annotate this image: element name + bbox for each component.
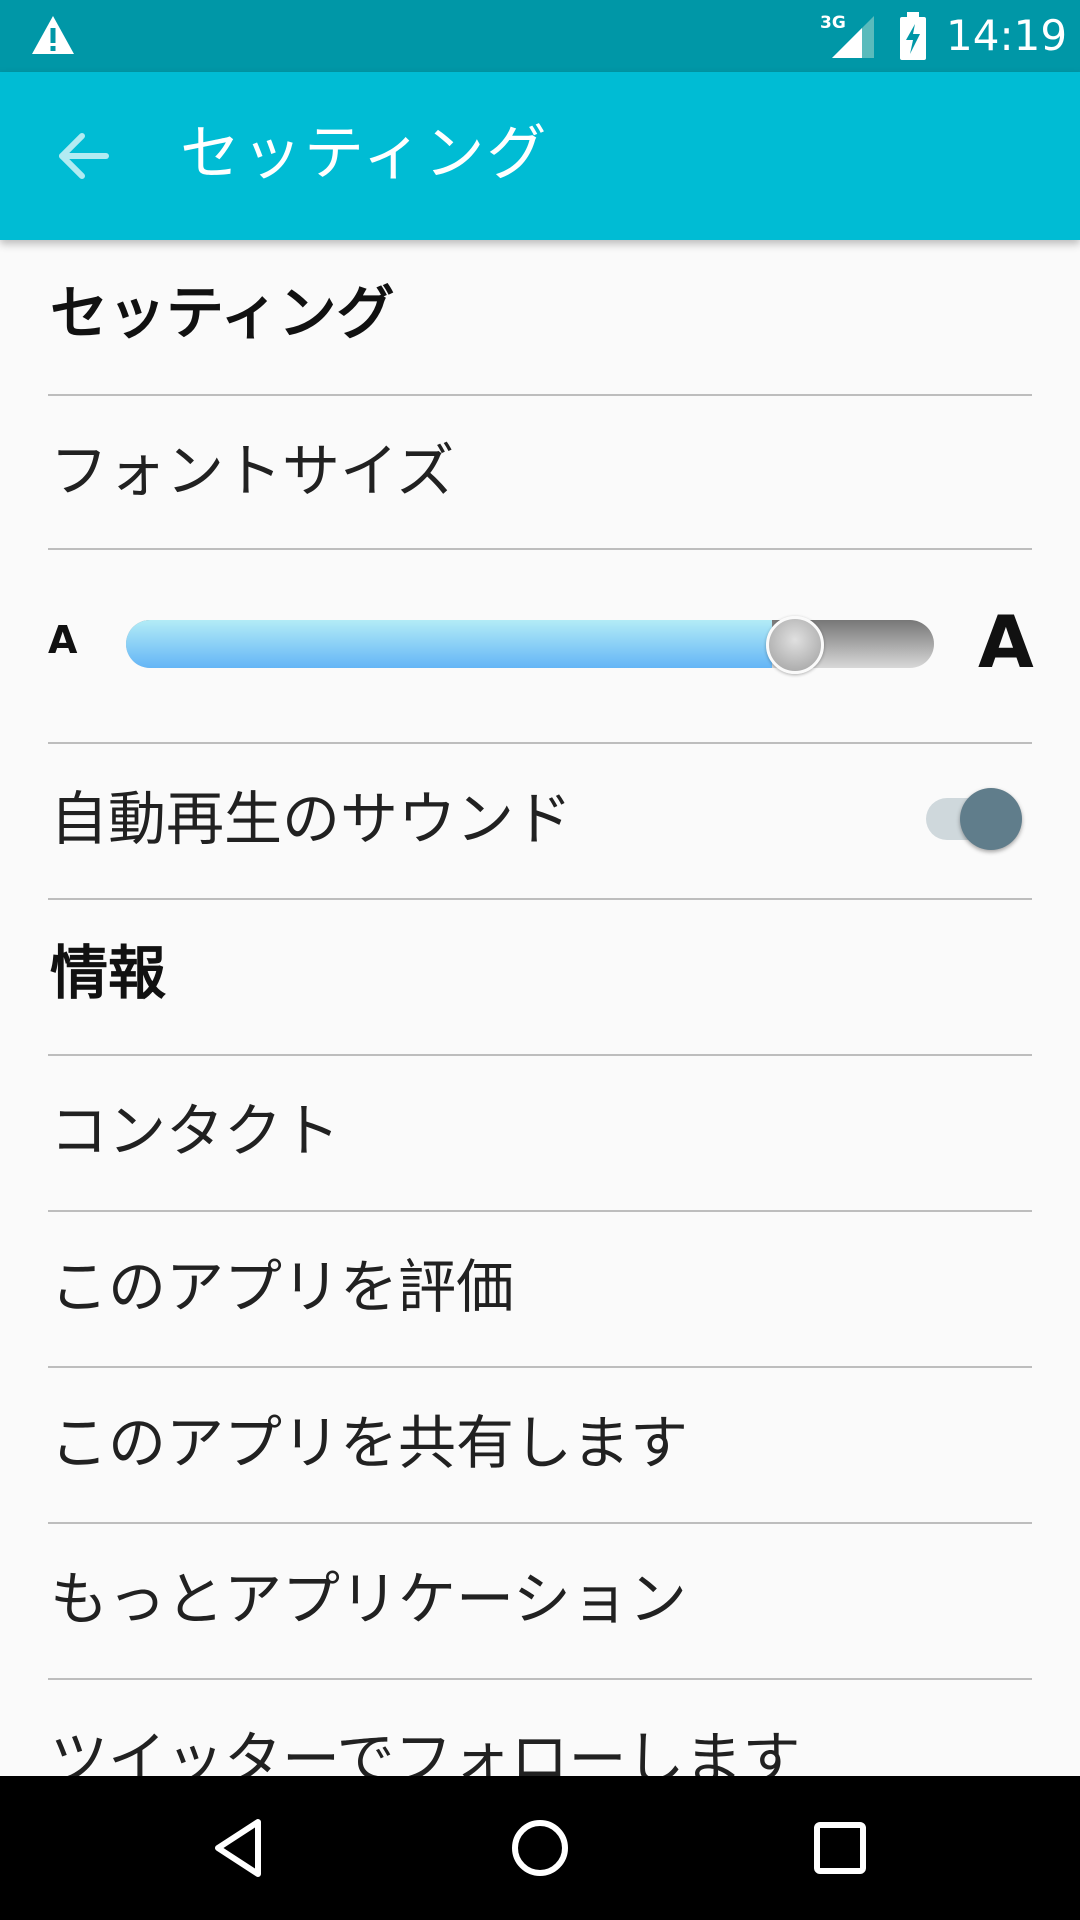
- arrow-left-icon: [59, 133, 109, 179]
- status-bar: 3G 14:19: [0, 0, 1080, 72]
- signal-icon: 3G: [820, 13, 874, 58]
- warning-icon: [32, 16, 74, 54]
- font-size-item[interactable]: フォントサイズ: [48, 396, 1032, 550]
- list-item-follow-twitter[interactable]: ツイッターでフォローします: [48, 1680, 1032, 1776]
- section-header-label: セッティング: [50, 279, 395, 347]
- autoplay-sound-label: 自動再生のサウンド: [50, 785, 573, 853]
- list-item-label: コンタクト: [50, 1097, 341, 1165]
- autoplay-sound-item[interactable]: 自動再生のサウンド: [48, 744, 1032, 900]
- nav-home-button[interactable]: [504, 1812, 576, 1884]
- list-item-label: もっとアプリケーション: [50, 1565, 687, 1633]
- recents-square-icon: [814, 1822, 866, 1874]
- slider-large-a-label: A: [978, 600, 1034, 684]
- navigation-bar: [0, 1776, 1080, 1920]
- slider-fill: [126, 620, 772, 668]
- page-title: セッティング: [180, 119, 549, 189]
- slider-thumb[interactable]: [766, 616, 824, 674]
- slider-small-a-label: A: [48, 618, 78, 662]
- list-item-label: このアプリを評価: [50, 1253, 515, 1321]
- settings-list: セッティング フォントサイズ A A 自動再生のサウンド 情報 コンタクト この…: [0, 240, 1080, 1776]
- list-item-rate-app[interactable]: このアプリを評価: [48, 1212, 1032, 1368]
- home-circle-icon: [512, 1820, 568, 1876]
- back-button[interactable]: [48, 120, 120, 192]
- list-item-more-apps[interactable]: もっとアプリケーション: [48, 1524, 1032, 1680]
- list-item-label: ツイッターでフォローします: [50, 1725, 801, 1776]
- status-time: 14:19: [946, 11, 1068, 60]
- network-type-label: 3G: [820, 13, 846, 33]
- switch-thumb[interactable]: [960, 788, 1022, 850]
- section-header-label: 情報: [50, 939, 167, 1007]
- nav-back-button[interactable]: [204, 1812, 276, 1884]
- list-item-share-app[interactable]: このアプリを共有します: [48, 1368, 1032, 1524]
- list-item-label: このアプリを共有します: [50, 1409, 689, 1477]
- section-header-info: 情報: [48, 900, 1032, 1056]
- font-size-label: フォントサイズ: [50, 437, 455, 505]
- battery-charging-icon: [900, 12, 926, 60]
- nav-recents-button[interactable]: [804, 1812, 876, 1884]
- app-bar: セッティング: [0, 72, 1080, 240]
- back-triangle-icon: [215, 1819, 261, 1877]
- list-item-contact[interactable]: コンタクト: [48, 1056, 1032, 1212]
- section-header-settings: セッティング: [48, 240, 1032, 396]
